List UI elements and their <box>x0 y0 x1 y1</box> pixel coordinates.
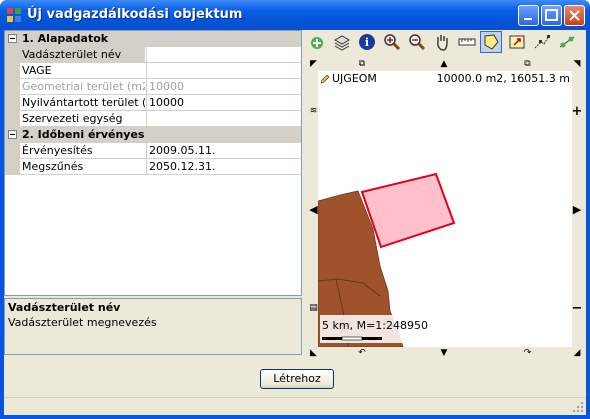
dialog-footer: Létrehoz <box>4 360 586 415</box>
resize-grip-icon[interactable] <box>572 401 584 413</box>
area-info: 10000.0 m2, 16051.3 m <box>436 72 570 85</box>
zoom-in-side-button[interactable]: + <box>570 71 584 151</box>
close-button[interactable] <box>564 5 585 26</box>
property-label: Vadászterület név <box>20 47 145 62</box>
svg-text:i: i <box>365 36 369 49</box>
property-value[interactable]: 10000 <box>146 95 301 110</box>
select-polygon-icon[interactable] <box>480 31 502 53</box>
property-row-vage[interactable]: VAGE <box>5 63 301 79</box>
pan-east-button[interactable]: ▶ <box>570 152 584 267</box>
redo-button[interactable]: ↷ <box>486 346 569 359</box>
map-drawing <box>318 172 456 347</box>
layer-name: UJGEOM <box>332 72 377 85</box>
property-description: Vadászterület név Vadászterület megnevez… <box>4 298 302 355</box>
zoom-in-icon[interactable] <box>381 31 403 53</box>
property-row-megszunes[interactable]: Megszűnés 2050.12.31. <box>5 159 301 175</box>
description-title: Vadászterület név <box>8 301 121 314</box>
zoom-out-side-button[interactable]: − <box>570 268 584 348</box>
pan-northwest-button[interactable]: ◤ <box>306 57 321 70</box>
zoom-next-button[interactable]: ⧉ <box>486 57 569 70</box>
dialog-window: Új vadgazdálkodási objektum 1. Alapadato… <box>0 0 590 419</box>
pan-hand-icon[interactable] <box>431 31 453 53</box>
draw-line-icon[interactable] <box>531 31 553 53</box>
property-value[interactable] <box>146 63 301 78</box>
measure-icon[interactable] <box>456 31 478 53</box>
property-row-nyilvantartott-terulet[interactable]: Nyilvántartott terület (m2) 10000 <box>5 95 301 111</box>
undo-button[interactable]: ↶ <box>322 346 402 359</box>
create-button[interactable]: Létrehoz <box>260 369 334 389</box>
layers-icon[interactable] <box>331 31 353 53</box>
pan-south-button[interactable]: ▼ <box>403 346 485 359</box>
export-icon[interactable] <box>506 31 528 53</box>
maximize-button[interactable] <box>541 5 562 26</box>
property-row-ervenyesites[interactable]: Érvényesítés 2009.05.11. <box>5 143 301 159</box>
property-label: Megszűnés <box>22 160 84 173</box>
status-bar <box>4 397 586 415</box>
pan-north-button[interactable]: ▲ <box>403 57 485 70</box>
zoom-prev-button[interactable]: ⧉ <box>322 57 402 70</box>
collapse-icon[interactable] <box>8 34 17 43</box>
add-layer-icon[interactable] <box>306 31 328 53</box>
property-label: VAGE <box>22 64 52 77</box>
pan-southeast-button[interactable]: ◢ <box>570 346 584 359</box>
minimize-icon <box>524 18 532 20</box>
pan-southwest-button[interactable]: ◣ <box>306 346 321 359</box>
map-toolbar: i <box>304 30 586 54</box>
property-label: Érvényesítés <box>22 144 93 157</box>
title-bar[interactable]: Új vadgazdálkodási objektum <box>0 0 590 30</box>
property-value[interactable] <box>146 111 301 126</box>
minimize-button[interactable] <box>518 5 539 26</box>
property-value[interactable]: 2050.12.31. <box>146 159 301 174</box>
pan-northeast-button[interactable]: ◥ <box>570 57 584 70</box>
property-value[interactable]: 2009.05.11. <box>146 143 301 158</box>
info-icon[interactable]: i <box>356 31 378 53</box>
app-icon <box>7 8 21 22</box>
window-title: Új vadgazdálkodási objektum <box>27 7 243 22</box>
property-label: Szervezeti egység <box>22 112 123 125</box>
new-object-polygon <box>360 172 456 249</box>
close-icon <box>569 10 580 21</box>
category-label: 2. Időbeni érvényesség <box>22 128 145 141</box>
zoom-out-icon[interactable] <box>406 31 428 53</box>
edit-vertex-icon[interactable] <box>556 31 578 53</box>
collapse-icon[interactable] <box>8 130 17 139</box>
category-label: 1. Alapadatok <box>22 32 109 45</box>
layer-label-group: UJGEOM <box>320 72 377 85</box>
scale-text: 5 km, M=1:248950 <box>322 319 428 332</box>
pencil-icon <box>320 74 330 83</box>
property-label: Geometriai terület (m2) <box>22 80 145 93</box>
property-label: Nyilvántartott terület (m2) <box>22 96 145 109</box>
category-idobeni-ervenyesseg[interactable]: 2. Időbeni érvényesség <box>5 127 301 143</box>
property-row-vadaszterulet-nev[interactable]: Vadászterület név <box>5 47 301 63</box>
property-row-geometriai-terulet[interactable]: Geometriai terület (m2) 10000 <box>5 79 301 95</box>
property-row-szervezeti-egyseg[interactable]: Szervezeti egység <box>5 111 301 127</box>
map-canvas[interactable]: UJGEOM 10000.0 m2, 16051.3 m 5 km, M=1:2… <box>318 71 572 347</box>
description-text: Vadászterület megnevezés <box>8 316 157 329</box>
category-alapadatok[interactable]: 1. Alapadatok <box>5 31 301 47</box>
property-value[interactable] <box>146 47 301 62</box>
property-value: 10000 <box>146 79 301 94</box>
property-grid: 1. Alapadatok Vadászterület név VAGE Geo… <box>4 30 302 296</box>
maximize-icon <box>545 9 558 21</box>
